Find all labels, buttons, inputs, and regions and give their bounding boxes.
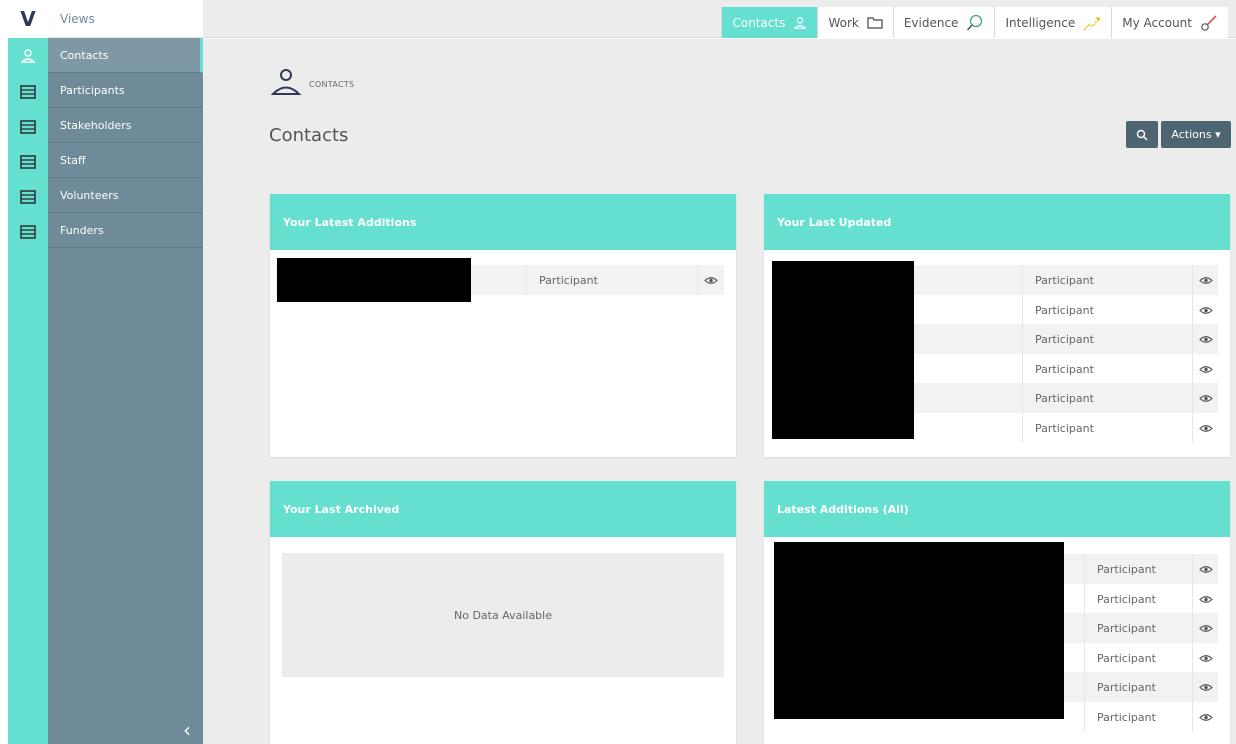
view-icon[interactable] (1192, 354, 1218, 384)
empty-state: No Data Available (282, 553, 724, 677)
icon-rail: V (8, 0, 48, 744)
list-icon[interactable] (8, 74, 48, 109)
main-content: CONTACTS Contacts Actions ▾ Your Latest … (203, 39, 1236, 744)
breadcrumb-label: CONTACTS (309, 79, 355, 89)
contact-type: Participant (1022, 354, 1192, 384)
sidebar-item-contacts[interactable]: Contacts (48, 38, 203, 73)
sidebar-item-volunteers[interactable]: Volunteers (48, 178, 203, 213)
redacted-block (772, 261, 914, 439)
view-icon[interactable] (1192, 554, 1218, 584)
sidebar-item-participants[interactable]: Participants (48, 73, 203, 108)
card-latest-additions: Your Latest Additions Participant (270, 194, 736, 457)
contact-type: Participant (1022, 295, 1192, 325)
contact-type: Participant (1084, 672, 1192, 702)
search-icon (1136, 129, 1148, 140)
view-icon[interactable] (1192, 643, 1218, 673)
contact-type: Participant (1084, 554, 1192, 584)
magnifier-icon (966, 14, 984, 32)
contact-type: Participant (526, 265, 697, 295)
card-title: Your Last Archived (270, 481, 736, 537)
person-icon (793, 16, 808, 30)
list-icon[interactable] (8, 144, 48, 179)
card-latest-additions-all: Latest Additions (All) Participant Parti… (764, 481, 1230, 744)
folder-icon (867, 16, 883, 29)
nav-label: Work (828, 15, 859, 30)
person-icon (270, 67, 302, 101)
card-title: Your Latest Additions (270, 194, 736, 250)
actions-dropdown-button[interactable]: Actions ▾ (1161, 121, 1231, 148)
contact-type: Participant (1084, 613, 1192, 643)
nav-contacts[interactable]: Contacts (721, 7, 818, 38)
nav-label: My Account (1122, 15, 1192, 30)
view-icon[interactable] (1192, 584, 1218, 614)
person-icon[interactable] (8, 38, 48, 73)
list-icon[interactable] (8, 109, 48, 144)
view-icon[interactable] (1192, 324, 1218, 354)
contact-type: Participant (1084, 643, 1192, 673)
list-icon[interactable] (8, 179, 48, 214)
search-button[interactable] (1126, 121, 1158, 148)
nav-my-account[interactable]: My Account (1111, 7, 1228, 38)
nav-label: Intelligence (1005, 15, 1076, 30)
nav-work[interactable]: Work (817, 7, 893, 38)
nav-label: Evidence (903, 15, 959, 30)
view-icon[interactable] (1192, 265, 1218, 295)
redacted-block (277, 258, 471, 302)
top-nav: Contacts Work Evidence Intelligence My A… (721, 7, 1228, 38)
sidebar-item-staff[interactable]: Staff (48, 143, 203, 178)
nav-intelligence[interactable]: Intelligence (994, 7, 1112, 38)
nav-label: Contacts (732, 15, 786, 30)
list-icon[interactable] (8, 214, 48, 249)
breadcrumb: CONTACTS (270, 67, 355, 101)
view-icon[interactable] (1192, 383, 1218, 413)
card-last-updated: Your Last Updated Participant Participan… (764, 194, 1230, 457)
nav-evidence[interactable]: Evidence (892, 7, 995, 38)
contact-type: Participant (1022, 324, 1192, 354)
card-title: Your Last Updated (764, 194, 1230, 250)
view-icon[interactable] (697, 265, 723, 295)
sidebar: Views Contacts Participants Stakeholders… (48, 0, 203, 744)
views-header: Views (48, 0, 203, 38)
redacted-block (774, 542, 1064, 719)
contact-type: Participant (1022, 413, 1192, 443)
view-icon[interactable] (1192, 613, 1218, 643)
top-bar: Contacts Work Evidence Intelligence My A… (203, 0, 1236, 38)
trend-icon (1083, 15, 1101, 31)
key-icon (1200, 14, 1218, 32)
page-title: Contacts (269, 125, 349, 146)
contact-type: Participant (1022, 265, 1192, 295)
view-icon[interactable] (1192, 672, 1218, 702)
sidebar-item-stakeholders[interactable]: Stakeholders (48, 108, 203, 143)
contact-type: Participant (1022, 383, 1192, 413)
sidebar-item-funders[interactable]: Funders (48, 213, 203, 248)
card-title: Latest Additions (All) (764, 481, 1230, 537)
card-last-archived: Your Last Archived No Data Available (270, 481, 736, 744)
view-icon[interactable] (1192, 702, 1218, 732)
view-icon[interactable] (1192, 295, 1218, 325)
view-icon[interactable] (1192, 413, 1218, 443)
app-logo[interactable]: V (8, 0, 48, 38)
collapse-sidebar-button[interactable]: ‹ (183, 718, 191, 742)
contact-type: Participant (1084, 584, 1192, 614)
contact-type: Participant (1084, 702, 1192, 732)
